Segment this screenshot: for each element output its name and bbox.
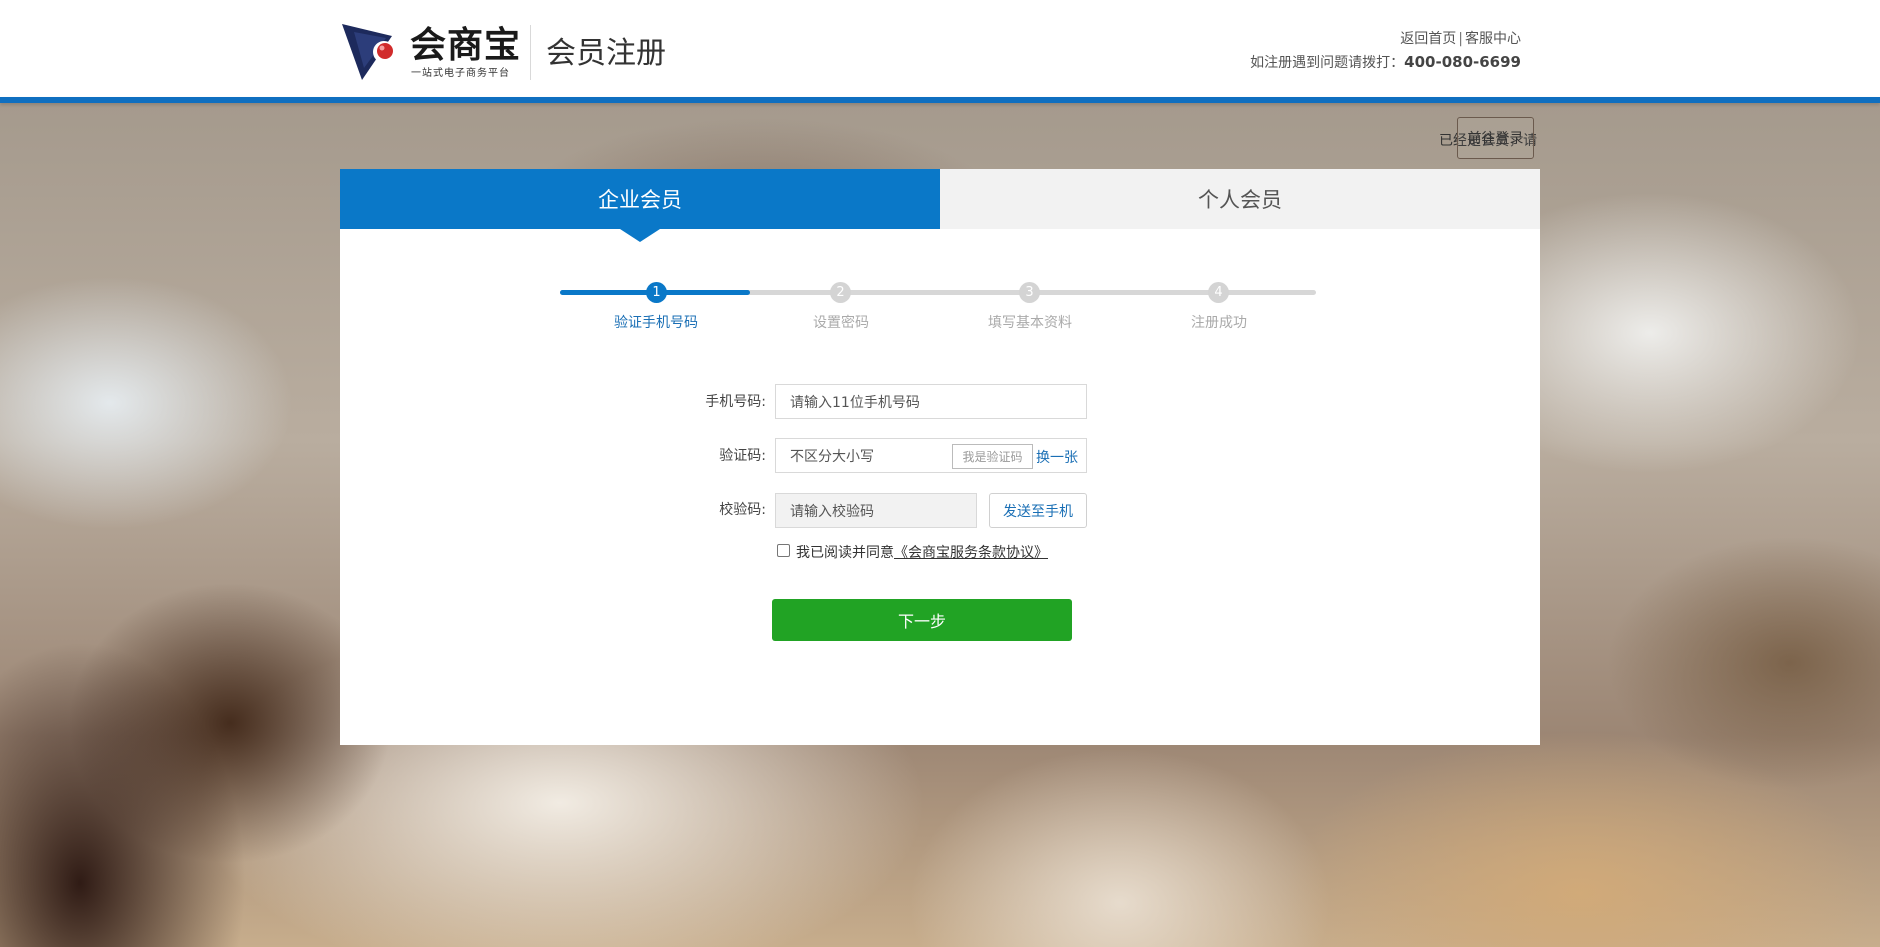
- tab-enterprise-member[interactable]: 企业会员: [340, 169, 940, 229]
- step-3-dot: 3: [1019, 282, 1040, 303]
- step-3-label: 填写基本资料: [988, 315, 1072, 331]
- tab-personal-member[interactable]: 个人会员: [940, 169, 1540, 229]
- hotline-number: 400-080-6699: [1404, 53, 1521, 71]
- active-tab-pointer: [620, 229, 660, 242]
- logo-icon: [342, 24, 395, 80]
- hotline: 如注册遇到问题请拨打：400-080-6699: [1250, 52, 1521, 72]
- member-type-tabs: 企业会员 个人会员: [340, 169, 1540, 242]
- go-login-button[interactable]: 前往登录: [1457, 117, 1534, 159]
- send-code-button[interactable]: 发送至手机: [989, 493, 1087, 528]
- header-links: 返回首页 | 客服中心: [1400, 28, 1521, 48]
- phone-input[interactable]: 请输入11位手机号码: [775, 384, 1087, 419]
- logo[interactable]: 会商宝 一站式电子商务平台: [340, 22, 520, 82]
- step-1-dot: 1: [646, 282, 667, 303]
- phone-label: 手机号码:: [705, 394, 766, 410]
- step-4-label: 注册成功: [1191, 315, 1247, 331]
- step-4-dot: 4: [1208, 282, 1229, 303]
- header-divider: [530, 25, 531, 80]
- logo-tagline: 一站式电子商务平台: [411, 68, 510, 79]
- progress-steps: 1 验证手机号码 2 设置密码 3 填写基本资料 4 注册成功: [560, 282, 1320, 342]
- home-link[interactable]: 返回首页: [1400, 31, 1456, 47]
- terms-link[interactable]: 《会商宝服务条款协议》: [894, 545, 1048, 561]
- page-title: 会员注册: [546, 36, 666, 71]
- customer-service-link[interactable]: 客服中心: [1465, 31, 1521, 47]
- link-separator: |: [1458, 31, 1463, 47]
- refresh-captcha-link[interactable]: 换一张: [1036, 447, 1078, 467]
- logo-name: 会商宝: [410, 25, 522, 66]
- step-1-label: 验证手机号码: [614, 315, 698, 331]
- agreement-text: 我已阅读并同意《会商宝服务条款协议》: [796, 542, 1048, 562]
- step-2-dot: 2: [830, 282, 851, 303]
- captcha-image[interactable]: 我是验证码: [952, 444, 1033, 469]
- hotline-prefix: 如注册遇到问题请拨打：: [1250, 55, 1405, 71]
- captcha-label: 验证码:: [719, 448, 766, 464]
- sms-code-input[interactable]: 请输入校验码: [775, 493, 977, 528]
- agreement-label: 我已阅读并同意: [796, 545, 894, 561]
- site-header: 会商宝 一站式电子商务平台 会员注册 返回首页 | 客服中心 如注册遇到问题请拨打：…: [0, 0, 1880, 98]
- agreement-checkbox[interactable]: [777, 544, 790, 557]
- step-2-label: 设置密码: [813, 315, 869, 331]
- sms-code-label: 校验码:: [719, 502, 766, 518]
- next-step-button[interactable]: 下一步: [772, 599, 1072, 641]
- header-accent-line: [0, 97, 1880, 103]
- registration-panel: 企业会员 个人会员 1 验证手机号码 2 设置密码 3 填写基本资料 4 注册成…: [340, 169, 1540, 745]
